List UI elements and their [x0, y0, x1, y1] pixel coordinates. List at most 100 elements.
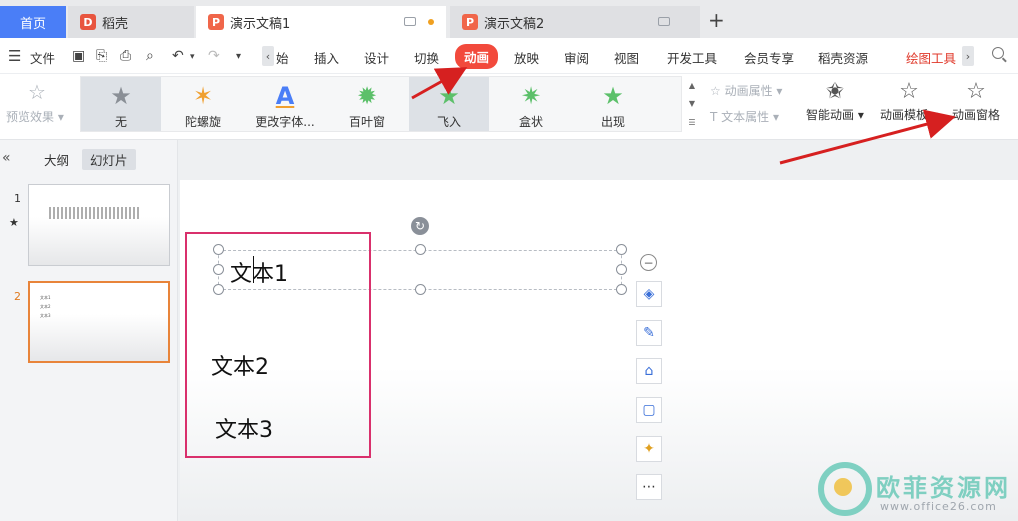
more-icon[interactable]: ⋯ [636, 474, 662, 500]
border-icon[interactable]: ▢ [636, 397, 662, 423]
effect-label: 盒状 [518, 115, 543, 129]
animation-template-label: 动画模板 [880, 108, 929, 122]
text-props-label: 文本属性 [721, 110, 770, 124]
highlight-box [185, 232, 371, 458]
undo-icon[interactable]: ↶ [172, 48, 184, 64]
menu-developer[interactable]: 开发工具 [667, 48, 717, 67]
menu-animation[interactable]: 动画 [455, 44, 499, 69]
menu-view[interactable]: 视图 [614, 48, 639, 67]
menu-scroll-left[interactable]: ‹ [262, 46, 274, 66]
menu-insert[interactable]: 插入 [314, 48, 339, 67]
gallery-scroll[interactable]: ▲ ▼ ☰ [686, 76, 698, 132]
print-icon[interactable]: ⎙ [120, 48, 131, 64]
tab-home[interactable]: 首页 [0, 6, 66, 38]
animation-template-button[interactable]: ☆ 动画模板 ▾ [880, 78, 938, 123]
effect-none[interactable]: ★ 无 [81, 77, 161, 131]
effect-label: 无 [114, 115, 127, 129]
star-appear-icon: ★ [602, 82, 624, 110]
animation-template-icon: ☆ [899, 79, 919, 104]
scroll-up-icon[interactable]: ▲ [689, 81, 695, 90]
tab-outline[interactable]: 大纲 [44, 150, 69, 169]
resize-handle[interactable] [415, 284, 426, 295]
effect-box[interactable]: ✷ 盒状 [491, 77, 571, 131]
thumb2-line: 文本3 [40, 313, 51, 318]
menu-scroll-right[interactable]: › [962, 46, 974, 66]
effect-appear[interactable]: ★ 出现 [573, 77, 653, 131]
smart-animation-label: 智能动画 [806, 108, 855, 122]
animation-ribbon: ☆ 预览效果 ▾ ★ 无 ✶ 陀螺旋 A 更改字体... ✹ 百叶窗 ★ 飞入 … [0, 74, 1018, 140]
menu-file[interactable]: 文件 [30, 48, 55, 67]
animation-pane-icon: ☆ [966, 79, 986, 104]
effect-label: 出现 [600, 115, 625, 129]
preview-effect-button[interactable]: 预览效果 ▾ [6, 108, 64, 125]
effect-label: 百叶窗 [348, 115, 385, 129]
animation-pane-button[interactable]: ☆ 动画窗格 [952, 78, 1000, 123]
watermark-url: www.office26.com [880, 500, 997, 513]
text-props-button[interactable]: T 文本属性 ▾ [710, 108, 779, 125]
redo-icon[interactable]: ↷ [208, 48, 220, 64]
thumb1-text-lines [49, 207, 139, 219]
menu-drawing-tools[interactable]: 绘图工具 [906, 48, 956, 67]
effect-label: 飞入 [436, 115, 461, 129]
star-spin-icon: ✶ [192, 82, 214, 110]
lightbulb-icon[interactable]: ✦ [636, 436, 662, 462]
menu-start[interactable]: 始 [276, 48, 289, 67]
pen-icon[interactable]: ✎ [636, 320, 662, 346]
effect-change-font[interactable]: A 更改字体... [245, 77, 325, 131]
smart-animation-icon: ✬ [825, 79, 845, 104]
star-box-icon: ✷ [520, 82, 542, 110]
preview-effect-label: 预览效果 [6, 110, 55, 124]
undo-dropdown-icon[interactable]: ▾ [190, 52, 195, 62]
text-props-icon: T [710, 110, 718, 124]
tab-doc2[interactable]: P 演示文稿2 [450, 6, 700, 38]
watermark-logo [818, 462, 872, 516]
effect-label: 陀螺旋 [184, 115, 221, 129]
rotate-handle-icon[interactable]: ↻ [411, 217, 429, 235]
effect-blinds[interactable]: ✹ 百叶窗 [327, 77, 407, 131]
effect-spin[interactable]: ✶ 陀螺旋 [163, 77, 243, 131]
menu-bar: ☰ 文件 ▣ ⎘ ⎙ ⌕ ↶ ▾ ↷ ▾ ‹ 始 插入 设计 切换 动画 放映 … [0, 38, 1018, 74]
resize-handle[interactable] [616, 264, 627, 275]
print-preview-icon[interactable]: ⌕ [146, 48, 154, 64]
save-icon[interactable]: ▣ [72, 48, 85, 64]
tab-slides[interactable]: 幻灯片 [82, 149, 136, 170]
star-blinds-icon: ✹ [356, 82, 378, 110]
star-gray-icon: ★ [110, 82, 132, 110]
collapse-pane-icon[interactable]: « [2, 150, 11, 166]
customize-dropdown-icon[interactable]: ▾ [236, 51, 241, 62]
resize-handle[interactable] [616, 284, 627, 295]
menu-transition[interactable]: 切换 [414, 48, 439, 67]
menu-slideshow[interactable]: 放映 [514, 48, 539, 67]
collapse-toolbar-icon[interactable]: − [640, 254, 657, 271]
anim-props-icon: ☆ [710, 84, 721, 98]
thumb2-line: 文本2 [40, 304, 51, 309]
export-pdf-icon[interactable]: ⎘ [96, 48, 107, 64]
new-tab-button[interactable]: + [708, 10, 725, 30]
smart-animation-button[interactable]: ✬ 智能动画 ▾ [806, 78, 864, 123]
slide-thumbnail-1[interactable] [28, 184, 170, 266]
presentation-icon: P [208, 14, 224, 30]
tab-daoke[interactable]: D 稻壳 [68, 6, 194, 38]
resize-handle[interactable] [415, 244, 426, 255]
resize-handle[interactable] [616, 244, 627, 255]
hamburger-icon[interactable]: ☰ [8, 47, 21, 65]
search-icon[interactable] [992, 47, 1004, 59]
effect-label: 更改字体... [255, 115, 315, 129]
anim-props-button[interactable]: ☆ 动画属性 ▾ [710, 82, 782, 99]
scroll-down-icon[interactable]: ▼ [689, 99, 695, 108]
tab-doc1[interactable]: P 演示文稿1 [196, 6, 446, 38]
layers-icon[interactable]: ◈ [636, 281, 662, 307]
presentation-icon: P [462, 14, 478, 30]
fill-bucket-icon[interactable]: ⌂ [636, 358, 662, 384]
anim-props-label: 动画属性 [724, 84, 773, 98]
unsaved-dot-icon [428, 19, 434, 25]
menu-review[interactable]: 审阅 [564, 48, 589, 67]
tab-doc2-label: 演示文稿2 [484, 16, 545, 32]
menu-design[interactable]: 设计 [364, 48, 389, 67]
gallery-expand-icon[interactable]: ☰ [688, 118, 695, 127]
animation-star-icon: ★ [9, 216, 19, 229]
slide-thumbnail-2[interactable]: 文本1 文本2 文本3 [28, 281, 170, 363]
menu-member[interactable]: 会员专享 [744, 48, 794, 67]
effect-fly-in[interactable]: ★ 飞入 [409, 77, 489, 131]
menu-daoke-resources[interactable]: 稻壳资源 [818, 48, 868, 67]
